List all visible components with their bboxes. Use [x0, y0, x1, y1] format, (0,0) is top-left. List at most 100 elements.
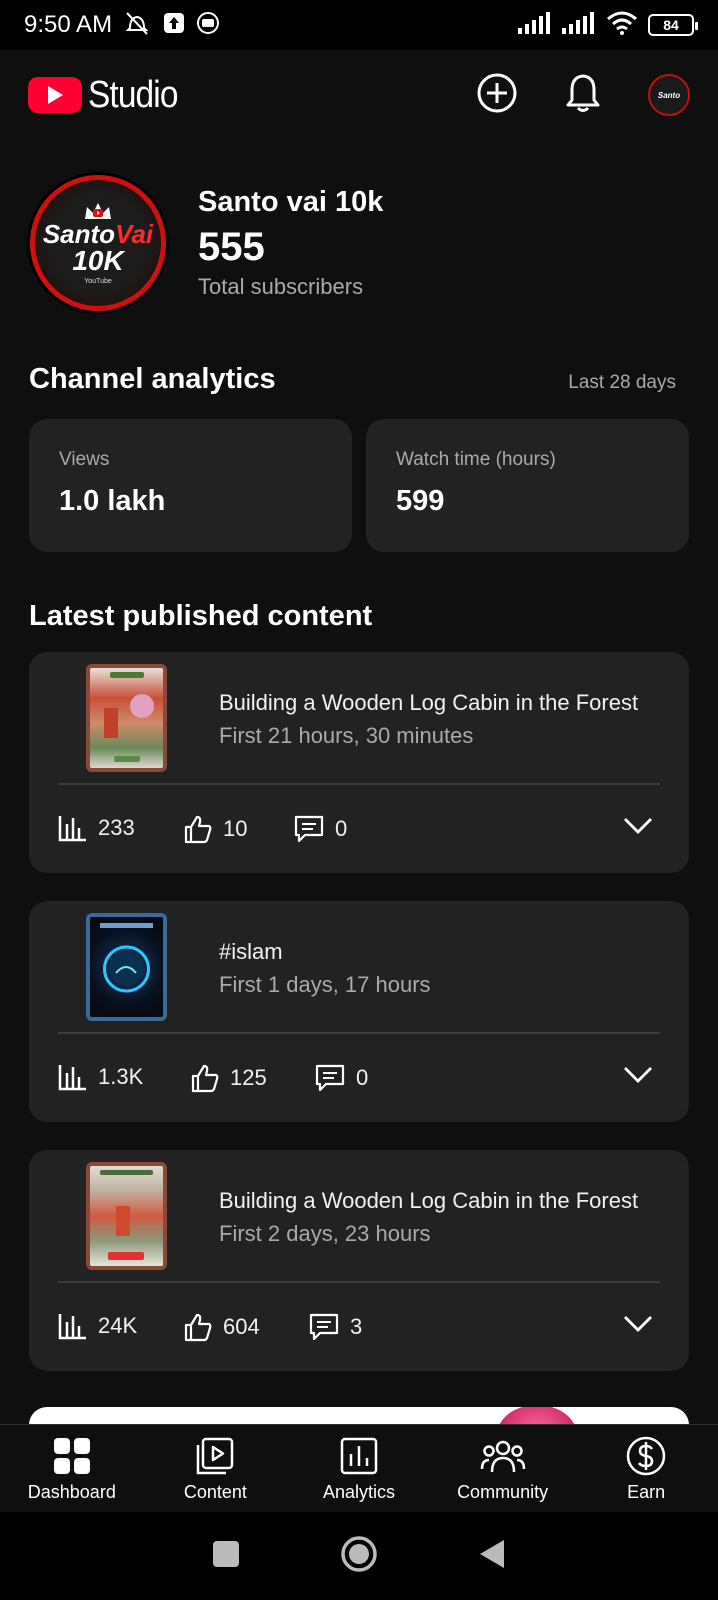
watch-time-card[interactable]: Watch time (hours) 599 [366, 419, 689, 552]
signal-icon [518, 11, 552, 39]
video-title: #islam [219, 939, 283, 964]
bar-chart-icon [58, 1314, 86, 1340]
analytics-period: Last 28 days [568, 372, 676, 393]
nav-content-label: Content [183, 1482, 247, 1502]
channel-name: Santo vai 10k [198, 186, 384, 218]
thumbs-up-icon [184, 815, 212, 844]
views-label: Views [59, 449, 110, 470]
video-period: First 2 days, 23 hours [219, 1221, 431, 1246]
watch-time-label: Watch time (hours) [396, 449, 556, 470]
avatar-line-1: SantoVai [43, 221, 153, 247]
channel-text: Santo vai 10k 555 Total subscribers [198, 186, 383, 300]
nav-content[interactable]: Content [144, 1425, 288, 1512]
comment-icon [309, 1313, 339, 1341]
status-bar: 9:50 AM 84 [0, 0, 718, 50]
analytics-title: Channel analytics [29, 363, 276, 395]
avatar-line-2: 10K [72, 245, 124, 276]
comments-metric: 0 [293, 814, 347, 844]
latest-content-title: Latest published content [29, 600, 373, 632]
studio-logo-text: Studio [88, 73, 178, 116]
video-title: Building a Wooden Log Cabin in the Fores… [219, 690, 639, 715]
recents-button[interactable] [212, 1540, 240, 1573]
views-count: 233 [98, 815, 135, 840]
back-button[interactable] [478, 1538, 506, 1575]
nav-earn[interactable]: Earn [574, 1425, 718, 1512]
dashboard-icon [53, 1438, 90, 1474]
content-card[interactable]: Building a Wooden Log Cabin in the Fores… [29, 652, 689, 873]
app-header: Studio Santo [0, 50, 718, 140]
video-thumbnail[interactable] [86, 1162, 167, 1270]
create-icon[interactable] [476, 72, 518, 119]
upload-notification-icon [162, 11, 186, 40]
bar-chart-icon [58, 816, 86, 842]
views-card[interactable]: Views 1.0 lakh [29, 419, 352, 552]
home-button[interactable] [340, 1535, 378, 1578]
nav-earn-label: Earn [627, 1482, 666, 1502]
subscriber-count: 555 [198, 225, 265, 269]
card-divider [58, 1032, 660, 1034]
comments-count: 3 [350, 1314, 363, 1339]
content-icon [197, 1437, 234, 1475]
app-notification-icon [196, 11, 220, 40]
card-divider [58, 783, 660, 785]
watch-time-value: 599 [396, 485, 445, 517]
subscriber-label: Total subscribers [198, 274, 364, 299]
account-avatar[interactable]: Santo [648, 74, 690, 116]
content-card[interactable]: #islam First 1 days, 17 hours 1.3K 125 0 [29, 901, 689, 1122]
channel-avatar[interactable]: SantoVai 10K YouTube [30, 175, 166, 311]
views-count: 24K [98, 1313, 138, 1338]
video-title: Building a Wooden Log Cabin in the Fores… [219, 1188, 639, 1213]
nav-dashboard-label: Dashboard [27, 1482, 116, 1502]
views-metric: 24K [58, 1312, 137, 1340]
nav-community[interactable]: Community [431, 1425, 575, 1512]
content-card[interactable]: Building a Wooden Log Cabin in the Fores… [29, 1150, 689, 1371]
bar-chart-icon [58, 1065, 86, 1091]
crown-icon [85, 203, 111, 219]
account-avatar-text: Santo [657, 90, 681, 100]
comments-count: 0 [335, 816, 348, 841]
channel-summary: SantoVai 10K YouTube Santo vai 10k 555 T… [30, 175, 383, 311]
views-value: 1.0 lakh [59, 485, 166, 517]
likes-metric: 125 [190, 1063, 267, 1093]
likes-count: 604 [223, 1314, 260, 1339]
likes-metric: 10 [183, 814, 247, 844]
alarm-off-icon [122, 10, 152, 41]
chevron-down-icon[interactable] [623, 817, 653, 840]
views-metric: 1.3K [58, 1063, 143, 1091]
video-thumbnail[interactable] [86, 913, 167, 1021]
nav-dashboard[interactable]: Dashboard [0, 1425, 144, 1512]
nav-community-label: Community [457, 1482, 549, 1502]
thumbs-up-icon [191, 1064, 219, 1093]
comments-count: 0 [356, 1065, 369, 1090]
views-metric: 233 [58, 814, 135, 842]
battery-indicator: 84 [648, 14, 698, 36]
video-period: First 1 days, 17 hours [219, 972, 431, 997]
status-time: 9:50 AM [24, 11, 113, 38]
nav-analytics[interactable]: Analytics [287, 1425, 431, 1512]
views-count: 1.3K [98, 1064, 144, 1089]
comments-metric: 3 [308, 1312, 362, 1342]
youtube-play-icon [28, 77, 82, 113]
comments-metric: 0 [314, 1063, 368, 1093]
video-thumbnail[interactable] [86, 664, 167, 772]
analytics-icon [340, 1437, 378, 1475]
comment-icon [294, 815, 324, 843]
signal-icon-2 [562, 11, 596, 39]
system-navigation-bar [0, 1512, 718, 1600]
community-icon [480, 1440, 525, 1473]
likes-count: 10 [223, 816, 248, 841]
nav-analytics-label: Analytics [322, 1482, 395, 1502]
chevron-down-icon[interactable] [623, 1066, 653, 1089]
bell-icon[interactable] [564, 72, 602, 119]
video-period: First 21 hours, 30 minutes [219, 723, 474, 748]
studio-logo[interactable]: Studio [28, 74, 190, 117]
bottom-navigation: Dashboard Content Analytics Community Ea… [0, 1424, 718, 1512]
thumbs-up-icon [184, 1313, 212, 1342]
comment-icon [315, 1064, 345, 1092]
chevron-down-icon[interactable] [623, 1315, 653, 1338]
wifi-icon [606, 11, 638, 40]
card-divider [58, 1281, 660, 1283]
earn-icon [626, 1436, 666, 1476]
likes-count: 125 [230, 1065, 267, 1090]
likes-metric: 604 [183, 1312, 260, 1342]
